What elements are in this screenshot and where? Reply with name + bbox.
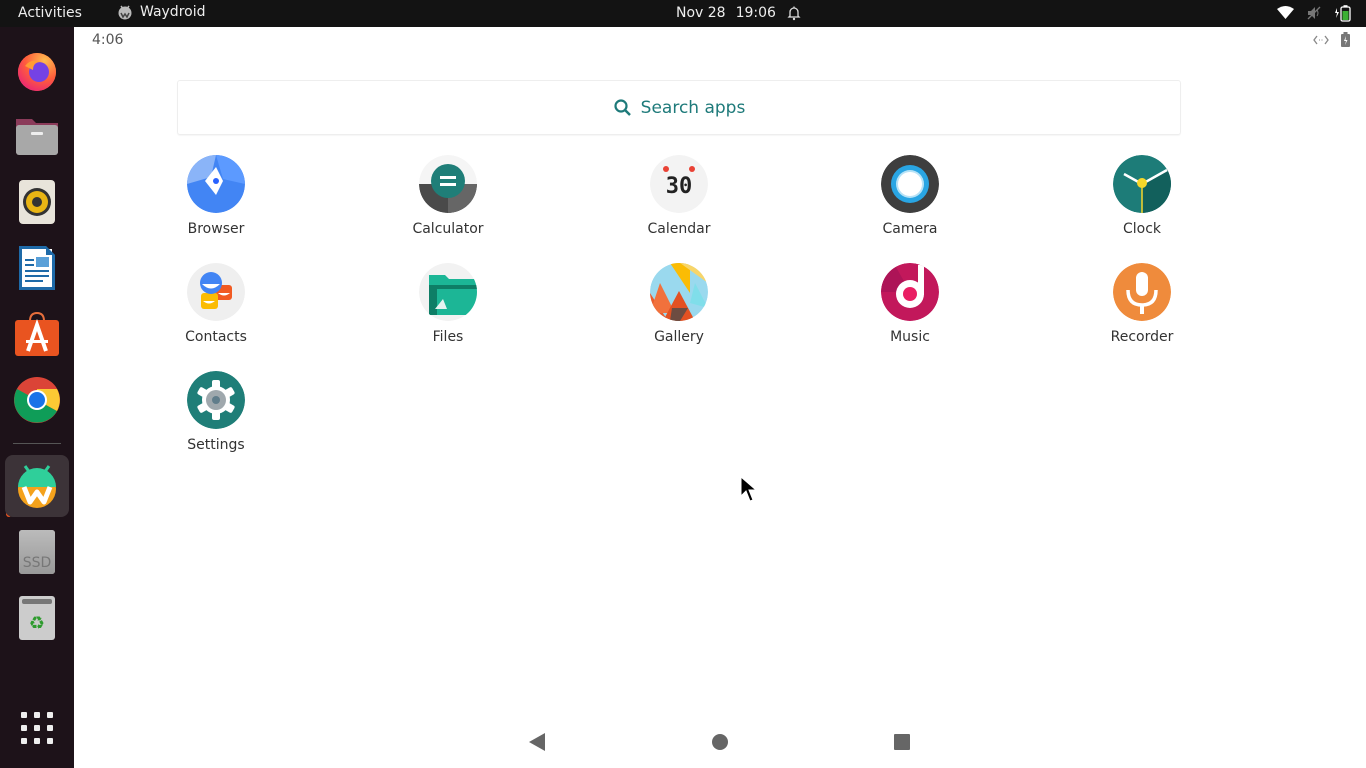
dock-ssd-drive[interactable]: SSD — [5, 521, 69, 583]
app-menu-label: Waydroid — [140, 4, 206, 20]
system-tray[interactable] — [1277, 4, 1352, 22]
battery-icon — [1341, 32, 1350, 47]
waydroid-icon — [18, 465, 56, 508]
nav-home-button[interactable] — [706, 728, 734, 756]
shopping-bag-icon — [15, 311, 59, 356]
app-label: Calculator — [412, 221, 484, 237]
app-grid-icon — [21, 712, 53, 744]
home-circle-icon — [712, 734, 728, 750]
calculator-icon — [419, 155, 477, 213]
calendar-day-text: 30 — [666, 174, 693, 199]
files-icon — [419, 263, 477, 321]
dock-chrome[interactable] — [5, 369, 69, 431]
dock-files[interactable] — [5, 105, 69, 167]
app-browser[interactable]: Browser — [151, 155, 281, 237]
folder-icon — [16, 119, 58, 155]
dock-firefox[interactable] — [5, 39, 69, 101]
app-calculator[interactable]: Calculator — [383, 155, 513, 237]
app-contacts[interactable]: Contacts — [151, 263, 281, 345]
app-label: Clock — [1122, 221, 1162, 237]
dock-ubuntu-software[interactable] — [5, 303, 69, 365]
back-triangle-icon — [529, 733, 545, 751]
speaker-icon — [19, 180, 55, 224]
date-text: Nov 28 — [676, 5, 726, 21]
document-icon — [19, 246, 55, 290]
waydroid-window: 4:06 Search apps Browser Calculator 30 C… — [74, 27, 1366, 768]
drive-icon: SSD — [19, 530, 55, 574]
app-gallery[interactable]: Gallery — [614, 263, 744, 345]
android-status-icons — [1313, 32, 1350, 47]
app-label: Browser — [187, 221, 245, 237]
app-recorder[interactable]: Recorder — [1077, 263, 1207, 345]
recorder-icon — [1113, 263, 1171, 321]
nav-recents-button[interactable] — [888, 728, 916, 756]
chrome-icon — [14, 377, 60, 423]
mouse-pointer-icon — [740, 476, 758, 502]
app-clock[interactable]: Clock — [1077, 155, 1207, 237]
app-menu-button[interactable]: Waydroid — [117, 4, 206, 20]
app-camera[interactable]: Camera — [845, 155, 975, 237]
app-files[interactable]: Files — [383, 263, 513, 345]
dock-waydroid[interactable] — [5, 455, 69, 517]
waydroid-small-icon — [118, 5, 132, 20]
app-label: Gallery — [654, 329, 704, 345]
contacts-icon — [187, 263, 245, 321]
alarm-bell-icon — [787, 6, 801, 21]
dock-rhythmbox[interactable] — [5, 171, 69, 233]
music-icon — [881, 263, 939, 321]
app-label: Camera — [882, 221, 938, 237]
time-text: 19:06 — [735, 5, 776, 21]
camera-icon — [881, 155, 939, 213]
search-placeholder: Search apps — [640, 97, 746, 118]
svg-text:♻: ♻ — [29, 613, 45, 634]
battery-charging-icon — [1335, 5, 1351, 22]
firefox-icon — [18, 53, 56, 91]
nav-back-button[interactable] — [523, 728, 551, 756]
android-status-time: 4:06 — [92, 32, 124, 48]
resize-icon — [1313, 35, 1329, 44]
recents-square-icon — [894, 734, 910, 750]
show-applications-button[interactable] — [5, 697, 69, 759]
svg-text:SSD: SSD — [23, 555, 52, 571]
dock-separator — [13, 443, 61, 444]
app-label: Files — [432, 329, 464, 345]
search-apps-input[interactable]: Search apps — [177, 80, 1181, 135]
browser-icon — [187, 155, 245, 213]
settings-icon — [187, 371, 245, 429]
app-label: Contacts — [185, 329, 247, 345]
ubuntu-dock: SSD ♻ — [0, 27, 74, 768]
clock-icon — [1113, 155, 1171, 213]
trash-icon: ♻ — [19, 596, 55, 640]
calendar-icon: 30 — [650, 155, 708, 213]
volume-muted-icon — [1307, 6, 1321, 20]
app-music[interactable]: Music — [845, 263, 975, 345]
app-label: Settings — [187, 437, 245, 453]
app-label: Recorder — [1110, 329, 1174, 345]
search-icon — [614, 98, 631, 116]
dock-trash[interactable]: ♻ — [5, 587, 69, 649]
gnome-top-bar: Activities Waydroid Nov 28 19:06 — [0, 0, 1366, 27]
app-calendar[interactable]: 30 Calendar — [614, 155, 744, 237]
gallery-icon — [650, 263, 708, 321]
app-label: Music — [890, 329, 930, 345]
activities-button[interactable]: Activities — [18, 5, 82, 21]
android-navigation-bar — [74, 712, 1366, 768]
app-settings[interactable]: Settings — [151, 371, 281, 453]
app-label: Calendar — [647, 221, 711, 237]
date-time-button[interactable]: Nov 28 19:06 — [676, 5, 802, 21]
wifi-icon — [1277, 6, 1294, 19]
dock-libreoffice-writer[interactable] — [5, 237, 69, 299]
